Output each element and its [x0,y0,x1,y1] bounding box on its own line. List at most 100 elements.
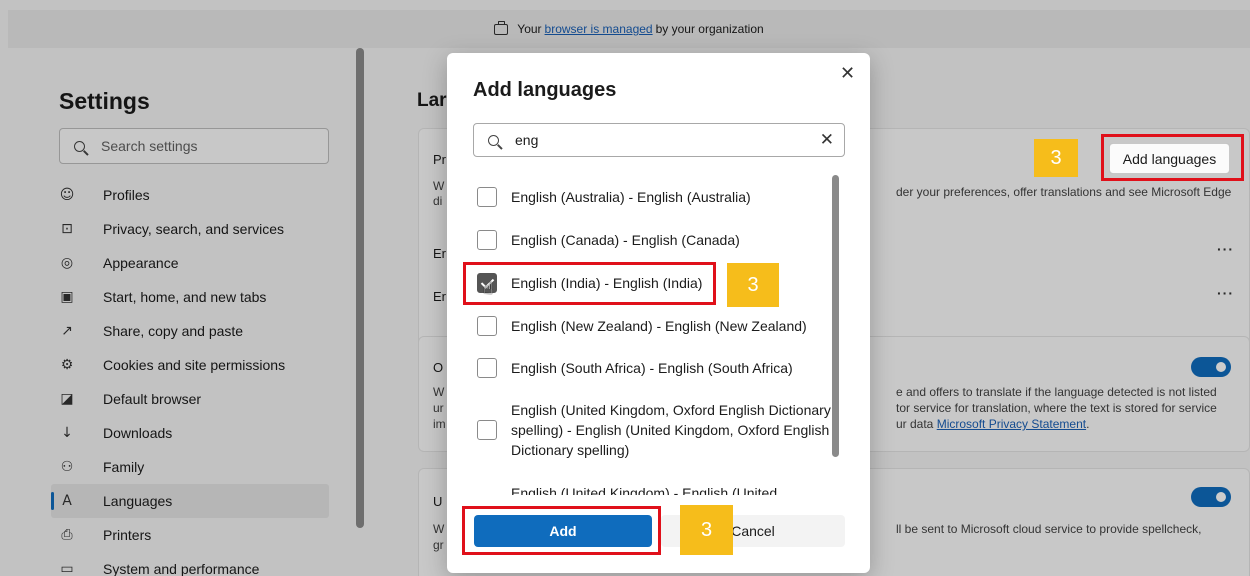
add-languages-button-highlighted[interactable]: Add languages [1109,143,1230,174]
sidebar-item-label: System and performance [103,561,260,576]
settings-title: Settings [59,88,150,114]
language-option-label: English (New Zealand) - English (New Zea… [511,318,807,334]
managed-banner: Your browser is managed by your organiza… [8,10,1250,48]
more-options-icon[interactable]: ··· [1217,241,1234,257]
sidebar-item-languages[interactable]: A Languages [51,484,329,518]
spellcheck-toggle[interactable] [1191,487,1231,507]
settings-nav: ☺ Profiles ⊡ Privacy, search, and services… [51,178,329,576]
search-placeholder: Search settings [101,138,198,154]
sidebar-item-cookies[interactable]: ⚙ Cookies and site permissions [59,348,329,382]
languages-icon: A [62,493,72,509]
share-icon: ↗ [61,323,73,339]
sidebar-item-printers[interactable]: ⎙ Printers [59,518,329,552]
sidebar-item-label: Cookies and site permissions [103,357,286,373]
language-list: English (Australia) - English (Australia… [473,173,833,495]
language-option-label: English (United Kingdom, Oxford English … [511,402,831,458]
appearance-icon: ◎ [60,255,74,271]
sidebar-item-start-home[interactable]: ▣ Start, home, and new tabs [59,280,329,314]
card-desc-left: W [433,385,445,399]
browser-managed-link[interactable]: browser is managed [545,22,653,36]
family-icon: ⚇ [60,459,74,475]
sidebar-item-label: Printers [103,527,152,543]
privacy-statement-link[interactable]: Microsoft Privacy Statement [937,417,1086,431]
sidebar-item-system[interactable]: ▭ System and performance [59,552,329,576]
banner-suffix: by your organization [655,22,764,36]
cookies-icon: ⚙ [60,357,74,373]
language-row: Er [433,289,446,304]
card-desc-right: der your preferences, offer translations… [896,185,1232,199]
sidebar-item-share[interactable]: ↗ Share, copy and paste [59,314,329,348]
sidebar-item-privacy[interactable]: ⊡ Privacy, search, and services [59,212,329,246]
privacy-text: ur data [896,417,934,431]
language-option[interactable]: English (United Kingdom) - English (Unit… [477,483,831,495]
step-badge: 3 [680,505,733,555]
language-option-label: English (South Africa) - English (South … [511,360,793,376]
download-icon: ↓ [61,425,73,441]
card-desc-left: im [433,417,446,431]
sidebar-item-downloads[interactable]: ↓ Downloads [59,416,329,450]
language-option[interactable]: English (Canada) - English (Canada) [477,230,831,250]
search-icon [488,134,499,146]
more-options-icon[interactable]: ··· [1217,285,1234,301]
default-browser-icon: ◪ [60,391,74,407]
briefcase-icon [494,20,509,35]
translate-toggle[interactable] [1191,357,1231,377]
sidebar-item-family[interactable]: ⚇ Family [59,450,329,484]
sidebar-item-label: Privacy, search, and services [103,221,285,237]
sidebar-item-default-browser[interactable]: ◪ Default browser [59,382,329,416]
add-languages-dialog: Add languages ✕ eng ✕ English (Australia… [447,53,870,573]
add-button[interactable]: Add [474,515,652,547]
checkbox[interactable] [477,187,497,207]
list-scrollbar[interactable] [832,175,839,457]
sidebar-item-label: Profiles [103,187,150,203]
checkbox[interactable] [477,230,497,250]
language-option-label: English (United Kingdom) - English (Unit… [511,485,778,495]
dialog-title: Add languages [473,79,617,101]
card-desc-left: di [433,194,443,208]
checkbox[interactable] [477,420,497,440]
search-settings-input[interactable]: Search settings [59,128,329,164]
language-search-input[interactable]: eng ✕ [473,123,845,157]
step-badge: 3 [727,263,779,307]
sidebar-item-profiles[interactable]: ☺ Profiles [59,178,329,212]
language-option[interactable]: English (Australia) - English (Australia… [477,187,831,207]
card-heading: Pr [433,152,446,167]
laptop-icon: ▭ [60,561,74,576]
sidebar-item-appearance[interactable]: ◎ Appearance [59,246,329,280]
sidebar-item-label: Family [103,459,145,475]
sidebar-item-label: Share, copy and paste [103,323,244,339]
clear-search-icon[interactable]: ✕ [820,130,834,150]
sidebar-item-label: Appearance [103,255,179,271]
card-desc-left: ur [433,401,444,415]
sidebar-item-label: Languages [103,493,173,509]
card-desc-left: gr [433,538,444,552]
language-option-label: English (India) - English (India) [511,275,703,291]
language-option[interactable]: English (United Kingdom, Oxford English … [477,400,831,460]
close-icon[interactable]: ✕ [840,63,855,84]
card-desc-right: ll be sent to Microsoft cloud service to… [896,522,1202,536]
language-option-label: English (Australia) - English (Australia… [511,189,751,205]
checkbox[interactable] [477,358,497,378]
lock-icon: ⊡ [61,221,73,237]
language-row: Er [433,246,446,261]
sidebar-scrollbar[interactable] [356,48,364,528]
card-desc-left: W [433,522,445,536]
sidebar-item-label: Downloads [103,425,173,441]
sidebar-item-label: Start, home, and new tabs [103,289,267,305]
language-option[interactable]: English (New Zealand) - English (New Zea… [477,316,831,336]
card-desc-left: W [433,179,445,193]
sidebar-item-label: Default browser [103,391,202,407]
privacy-text-end: . [1086,417,1090,431]
card-desc-right: tor service for translation, where the t… [896,401,1217,415]
card-heading: O [433,360,444,375]
step-badge: 3 [1034,139,1078,177]
card-desc-right: e and offers to translate if the languag… [896,385,1217,399]
page-title: Lar [417,90,447,111]
checkbox[interactable] [477,316,497,336]
card-heading: U [433,494,443,509]
printer-icon: ⎙ [61,527,73,543]
search-value: eng [515,132,539,148]
language-option-label: English (Canada) - English (Canada) [511,232,740,248]
card-desc-right: ur data Microsoft Privacy Statement. [896,417,1089,431]
language-option[interactable]: English (South Africa) - English (South … [477,358,831,378]
